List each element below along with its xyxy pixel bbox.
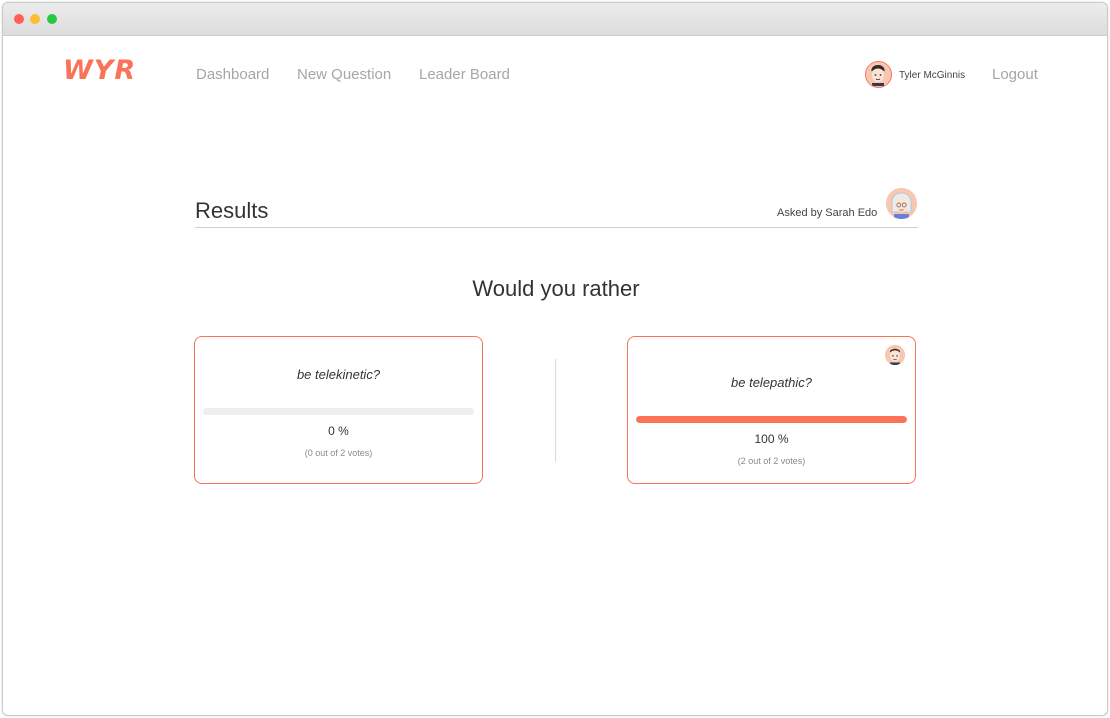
vote-count: (2 out of 2 votes) [737,456,806,466]
option-text: be telekinetic? [296,367,381,382]
your-vote-avatar-icon [885,345,905,365]
minimize-window-button[interactable] [30,14,40,24]
vote-percent: 0 % [328,424,349,438]
nav-leader-board-link[interactable]: Leader Board [419,66,510,83]
user-avatar-icon [866,62,890,86]
asked-by-label: Asked by Sarah Edo [777,207,878,219]
maximize-window-button[interactable] [47,14,57,24]
window-titlebar [3,3,1107,36]
user-name: Tyler McGinnis [899,70,966,81]
vote-progress-fill [636,416,907,423]
close-window-button[interactable] [14,14,24,24]
option-text: be telepathic? [731,375,812,390]
nav-dashboard-link[interactable]: Dashboard [196,66,269,83]
page-title: Results [195,198,269,223]
options-divider [555,359,556,462]
option-card-one: be telekinetic? 0 % (0 out of 2 votes) [194,336,483,484]
app-logo[interactable]: WYR [63,55,136,86]
author-avatar-icon [886,188,917,219]
your-vote-avatar [885,345,905,365]
logout-link[interactable]: Logout [992,66,1038,83]
author-avatar [886,188,917,219]
vote-progress-bar [636,416,907,423]
vote-progress-bar [203,408,474,415]
vote-count: (0 out of 2 votes) [304,448,373,458]
vote-percent: 100 % [754,432,789,446]
option-card-two: be telepathic? 100 % (2 out of 2 votes) [627,336,916,484]
question-title: Would you rather [472,276,640,301]
browser-window: WYR Dashboard New Question Leader Board … [2,2,1108,716]
nav-new-question-link[interactable]: New Question [297,66,391,83]
user-avatar [865,61,892,88]
header-divider [195,227,918,228]
